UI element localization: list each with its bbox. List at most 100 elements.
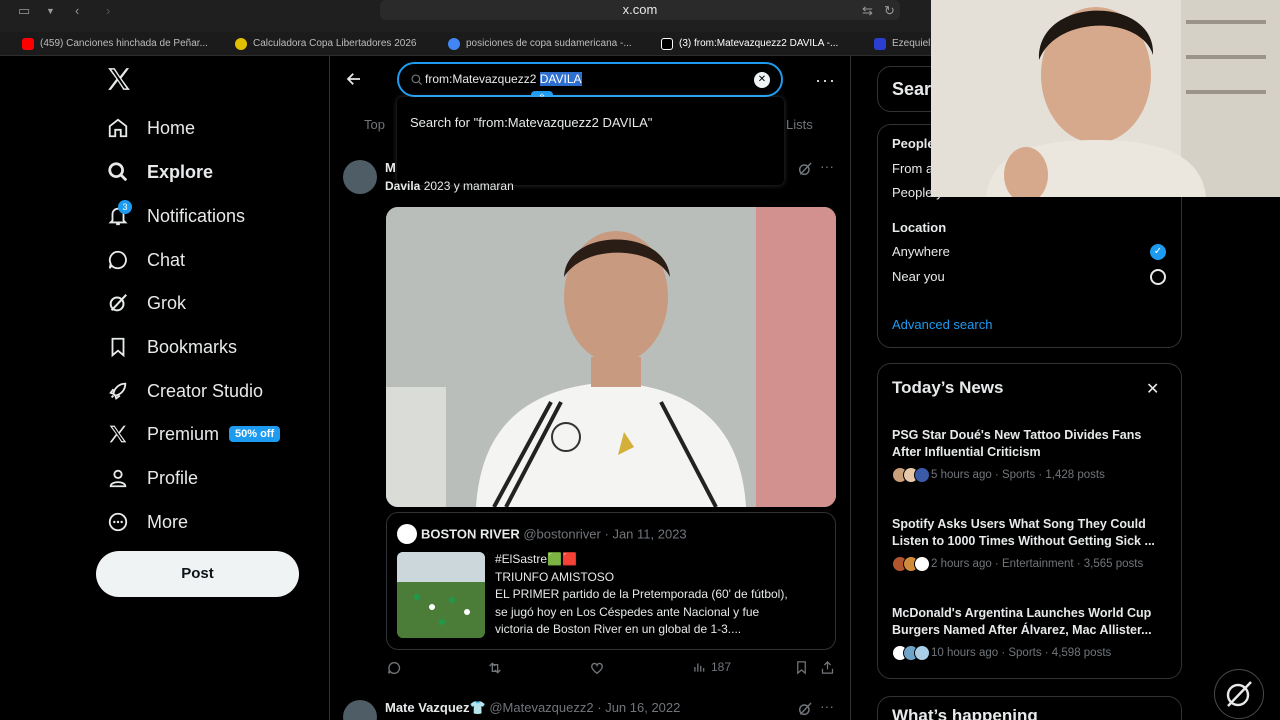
grok-icon [1226,681,1252,707]
location-anywhere-option[interactable]: Anywhere [892,244,950,259]
browser-tab-active[interactable]: (3) from:Matevazquezz2 DAVILA -... [659,32,849,56]
search-value-selected: DAVILA [539,72,582,86]
location-near-option[interactable]: Near you [892,269,945,284]
site-icon [235,38,247,50]
grok-icon[interactable] [797,701,813,717]
share-icon[interactable] [820,660,835,678]
nav-explore[interactable]: Explore [104,152,213,192]
location-anywhere-radio[interactable]: ✓ [1150,244,1166,260]
quoted-line: se jugó hoy en Los Céspedes ante Naciona… [495,604,760,619]
search-value: from:Matevazquezz2 DAVILA [425,72,582,86]
forward-arrow-icon[interactable]: › [106,3,110,18]
sidebar-toggle-icon[interactable]: ▭ [18,3,30,19]
back-arrow-icon[interactable] [345,70,363,88]
close-icon[interactable]: ✕ [1146,379,1159,399]
search-input[interactable]: from:Matevazquezz2 DAVILA ✕ [397,62,783,97]
browser-tab-2[interactable]: Calculadora Copa Libertadores 2026 [233,32,433,56]
nav-profile[interactable]: Profile [104,458,198,498]
people-filter-label: People [892,136,935,151]
premium-promo-badge: 50% off [229,426,281,442]
tweet-separator: · [597,700,602,715]
nav-bookmarks[interactable]: Bookmarks [104,327,237,367]
nav-grok[interactable]: Grok [104,283,186,323]
like-icon[interactable] [589,660,605,679]
people-filter-option[interactable]: From a [892,161,933,176]
chevron-down-icon[interactable]: ▼ [46,6,55,16]
news-meta-text: 2 hours ago · Entertainment · 3,565 post… [931,558,1144,570]
quoted-date: Jan 11, 2023 [612,526,687,542]
todays-news-title: Today’s News [892,378,1004,397]
x-logo-icon[interactable] [106,66,132,92]
news-item[interactable]: PSG Star Doué's New Tattoo Divides Fans … [892,427,1170,483]
advanced-search-link[interactable]: Advanced search [892,317,992,332]
tab-top[interactable]: Top [364,117,385,132]
tweet-author[interactable]: M [385,160,396,175]
tweet-author-handle[interactable]: @Matevazquezz2 [489,700,593,715]
browser-tab-3[interactable]: posiciones de copa sudamericana -... [446,32,636,56]
tweet-text-rest: 2023 y mamaran [420,179,514,193]
presenter-webcam-illustration [931,0,1280,197]
nav-notifications[interactable]: 3 Notifications [104,196,245,236]
post-button[interactable]: Post [96,551,299,597]
quoted-tweet-header: BOSTON RIVER @bostonriver · Jan 11, 2023 [397,524,687,545]
more-options-icon[interactable]: ··· [815,70,836,91]
news-item[interactable]: McDonald's Argentina Launches World Cup … [892,605,1170,661]
nav-label: Explore [147,161,214,182]
news-meta: 10 hours ago · Sports · 4,598 posts [892,645,1170,661]
location-near-radio[interactable] [1150,269,1166,285]
bookmark-icon [104,333,132,361]
news-meta: 5 hours ago · Sports · 1,428 posts [892,467,1170,483]
grok-icon[interactable] [797,161,813,177]
news-headline: McDonald's Argentina Launches World Cup … [892,606,1152,637]
home-icon [104,114,132,142]
browser-tab-1[interactable]: (459) Canciones hinchada de Peñar... [20,32,215,56]
whats-happening-card: What’s happening [877,696,1182,720]
quoted-author-name: BOSTON RIVER [421,526,520,542]
tweet-more-icon[interactable]: ··· [820,698,834,714]
google-icon [448,38,460,50]
translate-icon[interactable]: ⇆ [862,3,873,19]
nav-home[interactable]: Home [104,108,195,148]
browser-tab-5[interactable]: Ezequiel [872,32,932,56]
reload-icon[interactable]: ↻ [884,3,895,19]
tweet-text-highlight: Davila [385,179,421,193]
repost-icon[interactable] [487,660,503,679]
tweet-photo[interactable] [386,207,836,507]
tweet-text: Davila 2023 y mamaran [385,179,514,193]
news-item[interactable]: Spotify Asks Users What Song They Could … [892,516,1170,572]
views-count: 187 [711,660,732,674]
search-suggestion-item[interactable]: Search for "from:Matevazquezz2 DAVILA" [410,115,652,130]
chat-icon [104,246,132,274]
back-arrow-icon[interactable]: ‹ [75,3,79,18]
news-avatars [892,556,930,572]
search-suggestion-dropdown: Search for "from:Matevazquezz2 DAVILA" [397,97,784,185]
youtube-icon [22,38,34,50]
nav-premium[interactable]: Premium 50% off [104,414,281,454]
nav-creator-studio[interactable]: Creator Studio [104,371,263,411]
nav-label: Home [147,117,196,138]
search-value-plain: from:Matevazquezz2 [425,72,540,86]
nav-chat[interactable]: Chat [104,240,185,280]
grok-floating-button[interactable] [1214,669,1264,719]
clear-search-button[interactable]: ✕ [754,72,770,88]
reply-icon[interactable] [386,660,402,679]
bookmark-icon[interactable] [794,660,809,678]
tweet-header: Mate Vazquez👕 @Matevazquezz2 · Jun 16, 2… [385,700,680,716]
address-bar[interactable]: x.com [380,0,900,20]
boston-river-avatar [397,524,417,544]
tweet-author-name[interactable]: Mate Vazquez👕 [385,700,486,715]
tab-lists[interactable]: Lists [786,117,813,132]
webcam-overlay [931,0,1280,197]
nav-label: Premium [147,423,220,444]
whats-happening-title: What’s happening [892,706,1038,720]
nav-label: Chat [147,249,186,270]
quoted-tweet[interactable]: BOSTON RIVER @bostonriver · Jan 11, 2023… [386,512,836,650]
news-meta-text: 5 hours ago · Sports · 1,428 posts [931,469,1105,481]
views-stat[interactable]: 187 [692,660,731,674]
tweet-date[interactable]: Jun 16, 2022 [605,700,680,715]
avatar[interactable] [343,160,377,194]
tweet-more-icon[interactable]: ··· [820,158,834,174]
nav-more[interactable]: More [104,502,188,542]
quoted-line: EL PRIMER partido de la Pretemporada (60… [495,587,788,601]
quoted-author-handle: @bostonriver [523,526,601,542]
